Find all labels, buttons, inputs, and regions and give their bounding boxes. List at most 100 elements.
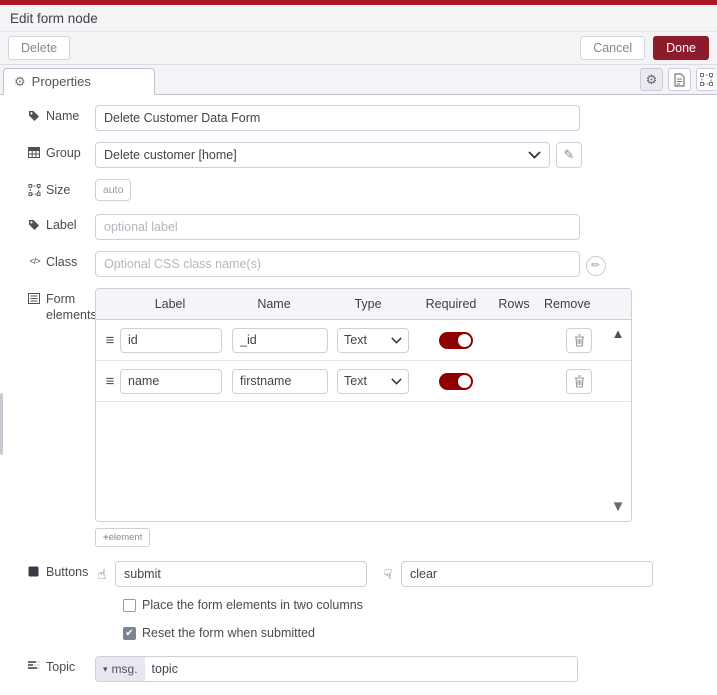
label-row: Label [28, 214, 717, 240]
reset-label: Reset the form when submitted [142, 626, 315, 640]
size-button[interactable]: auto [95, 179, 132, 201]
topic-typed-input: ▾ msg. [95, 656, 578, 682]
trash-icon [574, 374, 584, 388]
header-type: Type [354, 297, 382, 311]
code-icon: </> [29, 256, 40, 266]
description-tool-button[interactable] [668, 68, 691, 91]
tab-properties[interactable]: ⚙ Properties [3, 68, 155, 95]
scroll-down-icon[interactable]: ▼ [611, 498, 626, 515]
drag-handle-icon[interactable]: ≡ [100, 373, 120, 390]
gear-icon: ⚙ [14, 73, 26, 89]
form-elements-label: Form elements [28, 288, 97, 323]
header-required: Required [425, 297, 477, 311]
header-remove: Remove [544, 297, 591, 311]
header-name: Name [257, 297, 291, 311]
editor-edge-scrollbar[interactable] [0, 393, 3, 455]
appearance-tool-button[interactable] [696, 68, 715, 91]
label-input[interactable] [95, 214, 580, 240]
class-row: </> Class ✎ [28, 251, 717, 277]
topic-input[interactable] [144, 657, 577, 681]
list-body: ≡ Text ≡ [96, 320, 631, 521]
tasks-icon [28, 660, 41, 671]
tab-tools: ⚙ [640, 68, 715, 91]
dialog-toolbar: Delete Cancel Done [0, 32, 717, 65]
name-input[interactable] [95, 105, 580, 131]
class-picker-button[interactable]: ✎ [586, 255, 606, 276]
two-columns-checkbox[interactable] [123, 598, 136, 612]
buttons-inputs: ☝ ☟ [95, 561, 653, 587]
element-label-input[interactable] [120, 327, 222, 353]
element-label-input[interactable] [120, 368, 222, 394]
reset-checkbox[interactable]: ✔ [123, 626, 136, 640]
document-icon [674, 72, 685, 87]
object-group-icon [28, 183, 41, 196]
topic-type-value: msg. [111, 662, 138, 676]
topic-row: Topic ▾ msg. [28, 656, 717, 682]
editor-tabbar: ⚙ Properties ⚙ [0, 65, 717, 95]
class-input[interactable] [95, 251, 580, 277]
header-rows: Rows [498, 297, 530, 311]
square-icon [28, 565, 41, 577]
list-header: Label Name Type Required Rows Remove [96, 289, 631, 320]
group-row: Group Delete customer [home] ✎ [28, 142, 717, 168]
group-select-value: Delete customer [home] [104, 148, 237, 162]
table-icon [28, 146, 41, 158]
form-element-row: ≡ Text [96, 320, 631, 361]
tag-icon [28, 218, 41, 231]
tab-properties-label: Properties [31, 74, 91, 89]
drag-handle-icon[interactable]: ≡ [100, 332, 120, 349]
list-scrollbar[interactable]: ▲ ▼ [609, 326, 627, 515]
dialog-title: Edit form node [0, 5, 717, 32]
remove-element-button[interactable] [566, 327, 592, 353]
reset-row: ✔ Reset the form when submitted [123, 626, 717, 640]
submit-button-input[interactable] [115, 561, 367, 587]
chevron-down-icon [528, 151, 541, 159]
thumbs-up-icon: ☝ [97, 565, 107, 582]
properties-panel: Name Group Delete customer [home] ✎ Size… [0, 95, 717, 682]
size-row: Size auto [28, 179, 717, 201]
form-element-row: ≡ Text [96, 361, 631, 402]
two-columns-label: Place the form elements in two columns [142, 598, 363, 612]
chevron-down-icon [391, 336, 402, 344]
thumbs-down-icon: ☟ [383, 565, 393, 582]
buttons-row: Buttons ☝ ☟ [28, 561, 717, 587]
buttons-label: Buttons [28, 561, 95, 581]
header-label: Label [154, 297, 186, 311]
form-elements-list: Label Name Type Required Rows Remove ≡ T… [95, 288, 632, 561]
element-name-input[interactable] [232, 327, 328, 353]
name-row: Name [28, 105, 717, 131]
chevron-down-icon [391, 377, 402, 385]
scroll-up-icon[interactable]: ▲ [612, 326, 625, 341]
class-label: </> Class [29, 255, 78, 269]
topic-type-select[interactable]: ▾ msg. [96, 657, 145, 681]
pencil-icon: ✎ [589, 258, 603, 273]
list-icon [28, 292, 41, 304]
size-label: Size [28, 179, 95, 199]
element-type-select[interactable]: Text [337, 368, 409, 394]
element-type-select[interactable]: Text [337, 327, 409, 353]
topic-label: Topic [28, 656, 95, 676]
group-label: Group [28, 142, 95, 162]
required-toggle[interactable] [439, 372, 473, 390]
clear-button-input[interactable] [401, 561, 653, 587]
properties-tool-button[interactable]: ⚙ [640, 68, 663, 91]
delete-button[interactable]: Delete [8, 36, 71, 60]
remove-element-button[interactable] [566, 368, 592, 394]
tag-icon [28, 109, 41, 122]
element-name-input[interactable] [232, 368, 328, 394]
edit-group-button[interactable]: ✎ [556, 142, 582, 168]
group-select[interactable]: Delete customer [home] [95, 142, 550, 168]
editable-list: Label Name Type Required Rows Remove ≡ T… [95, 288, 632, 522]
class-input-wrap: ✎ [95, 251, 606, 277]
done-button[interactable]: Done [653, 36, 709, 60]
name-label: Name [28, 105, 95, 125]
caret-down-icon: ▾ [103, 663, 108, 674]
required-toggle[interactable] [439, 331, 473, 349]
pencil-icon: ✎ [563, 147, 575, 162]
label-label: Label [28, 214, 95, 234]
form-elements-row: Form elements Label Name Type Required R… [28, 288, 717, 561]
add-element-button[interactable]: +element [95, 528, 151, 547]
cancel-button[interactable]: Cancel [580, 36, 646, 60]
two-columns-row: Place the form elements in two columns [123, 598, 717, 612]
object-group-icon [699, 73, 713, 86]
